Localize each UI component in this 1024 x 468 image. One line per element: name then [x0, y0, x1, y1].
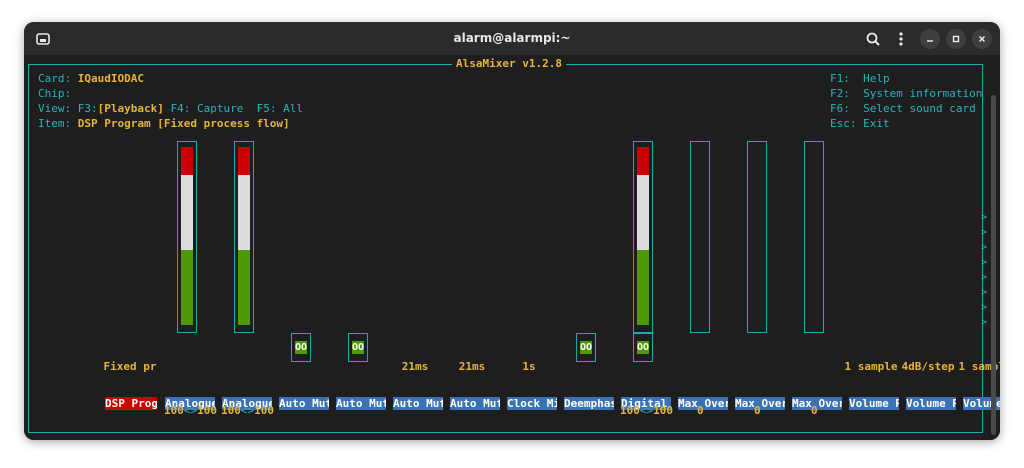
control-label[interactable]: Auto Mut — [450, 397, 500, 410]
more-arrow: > — [981, 317, 988, 328]
control-label[interactable]: Deemphas — [564, 397, 614, 410]
switch-state: OO — [295, 341, 308, 354]
mute-switch[interactable]: OO — [348, 333, 368, 362]
switch-state: OO — [580, 341, 593, 354]
help-row: Esc: Exit — [830, 116, 890, 131]
help-row: F1: Help — [830, 71, 890, 86]
help-row: F6: Select sound card — [830, 101, 976, 116]
view-f3-key: F3: — [77, 102, 98, 115]
item-label: Item: — [38, 117, 72, 130]
level-red — [238, 147, 250, 175]
window-title: alarm@alarmpi:~ — [453, 31, 571, 45]
switch-state: OO — [637, 341, 650, 354]
volume-value: 0 — [697, 404, 704, 417]
help-text: Help — [863, 72, 890, 85]
scrollbar[interactable] — [991, 95, 996, 435]
title-bar: alarm@alarmpi:~ — [24, 22, 1000, 55]
control-label[interactable]: Clock Mi — [507, 397, 557, 410]
menu-dots-icon[interactable] — [892, 30, 910, 48]
terminal-window: alarm@alarmpi:~ AlsaMixer v1.2.8 Card: I… — [24, 22, 1000, 440]
control-label[interactable]: Volume R — [849, 397, 899, 410]
level-red — [637, 147, 649, 175]
level-white — [637, 175, 649, 250]
level-green — [238, 250, 250, 325]
help-text: Exit — [863, 117, 890, 130]
card-value: IQaudIODAC — [77, 72, 144, 85]
minimize-button[interactable] — [920, 29, 940, 49]
more-arrow: > — [981, 287, 988, 298]
control-label[interactable]: DSP Prog — [105, 397, 157, 410]
level-white — [238, 175, 250, 250]
more-arrow: > — [981, 242, 988, 253]
volume-right: 100 — [254, 404, 274, 417]
level-red — [181, 147, 193, 175]
view-capture[interactable]: F4: Capture — [170, 102, 243, 115]
view-row: View: F3:[Playback] F4: Capture F5: All — [38, 101, 303, 116]
volume-separator: <> — [183, 404, 198, 417]
help-key: F2: — [830, 87, 850, 100]
help-row: F2: System information — [830, 86, 982, 101]
level-green — [181, 250, 193, 325]
volume-slider[interactable] — [177, 141, 197, 333]
more-arrow: > — [981, 227, 988, 238]
volume-right: 100 — [653, 404, 673, 417]
view-all[interactable]: F5: All — [257, 102, 303, 115]
level-green — [637, 250, 649, 325]
close-button[interactable] — [972, 29, 992, 49]
view-label: View: — [38, 102, 72, 115]
volume-slider[interactable] — [747, 141, 767, 333]
volume-left: 100 — [164, 404, 184, 417]
terminal-area[interactable]: AlsaMixer v1.2.8 Card: IQaudIODAC Chip: … — [24, 55, 1000, 440]
volume-value: 0 — [754, 404, 761, 417]
search-icon[interactable] — [864, 30, 882, 48]
volume-value: 0 — [811, 404, 818, 417]
help-text: Select sound card — [863, 102, 976, 115]
maximize-button[interactable] — [946, 29, 966, 49]
help-text: System information — [863, 87, 983, 100]
switch-state: OO — [352, 341, 365, 354]
volume-separator: <> — [240, 404, 255, 417]
volume-value: 100<>100 — [221, 403, 274, 418]
help-key: F1: — [830, 72, 850, 85]
app-title: AlsaMixer v1.2.8 — [452, 57, 566, 70]
card-row: Card: IQaudIODAC — [38, 71, 144, 86]
mute-switch[interactable]: OO — [633, 333, 653, 362]
volume-slider[interactable] — [690, 141, 710, 333]
volume-value: 100<>100 — [164, 403, 217, 418]
item-row: Item: DSP Program [Fixed process flow] — [38, 116, 290, 131]
control-label[interactable]: Auto Mut — [393, 397, 443, 410]
volume-separator: <> — [639, 404, 654, 417]
mute-switch[interactable]: OO — [291, 333, 311, 362]
volume-left: 100 — [620, 404, 640, 417]
view-playback[interactable]: [Playback] — [98, 102, 164, 115]
card-label: Card: — [38, 72, 72, 85]
control-value: Fixed pr — [103, 360, 157, 373]
control-label[interactable]: Auto Mut — [279, 397, 329, 410]
more-arrow: > — [981, 272, 988, 283]
help-key: F6: — [830, 102, 850, 115]
volume-left: 100 — [221, 404, 241, 417]
volume-slider[interactable] — [804, 141, 824, 333]
control-label[interactable]: Auto Mut — [336, 397, 386, 410]
volume-right: 100 — [197, 404, 217, 417]
more-arrow: > — [981, 257, 988, 268]
volume-value: 100<>100 — [620, 403, 673, 418]
control-label[interactable]: Volume R — [906, 397, 956, 410]
chip-label: Chip: — [38, 87, 72, 100]
level-white — [181, 175, 193, 250]
control-value: 1s — [522, 360, 536, 373]
item-value: DSP Program [Fixed process flow] — [77, 117, 290, 130]
mute-switch[interactable]: OO — [576, 333, 596, 362]
help-key: Esc: — [830, 117, 857, 130]
more-arrow: > — [981, 212, 988, 223]
volume-slider[interactable] — [234, 141, 254, 333]
volume-slider[interactable] — [633, 141, 653, 333]
chip-row: Chip: — [38, 86, 78, 101]
more-arrow: > — [981, 302, 988, 313]
